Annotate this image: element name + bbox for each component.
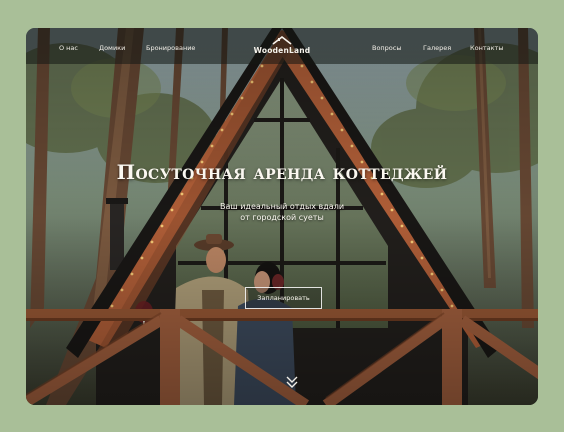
nav-link-cottages[interactable]: Домики [99, 44, 125, 52]
house-roof-icon [272, 36, 292, 45]
plan-trip-button[interactable]: Запланировать [245, 287, 322, 309]
nav-link-about[interactable]: О нас [59, 44, 78, 52]
hero-title: Посуточная аренда коттеджей [116, 161, 448, 184]
top-navigation: О нас Домики Бронирование WoodenLand Воп… [26, 28, 538, 64]
logo-text: WoodenLand [253, 46, 311, 55]
nav-link-contacts[interactable]: Контакты [470, 44, 503, 52]
hero-subtitle-line-2: от городской суеты [240, 213, 324, 222]
hero-subtitle-line-1: Ваш идеальный отдых вдали [219, 202, 345, 211]
hero-card: О нас Домики Бронирование WoodenLand Воп… [26, 28, 538, 405]
nav-link-faq[interactable]: Вопросы [372, 44, 402, 52]
nav-link-gallery[interactable]: Галерея [423, 44, 451, 52]
nav-link-booking[interactable]: Бронирование [146, 44, 195, 52]
hero-subtitle: Ваш идеальный отдых вдали от городской с… [212, 201, 352, 223]
double-chevron-down-icon[interactable] [285, 375, 299, 389]
site-logo[interactable]: WoodenLand [252, 36, 312, 60]
